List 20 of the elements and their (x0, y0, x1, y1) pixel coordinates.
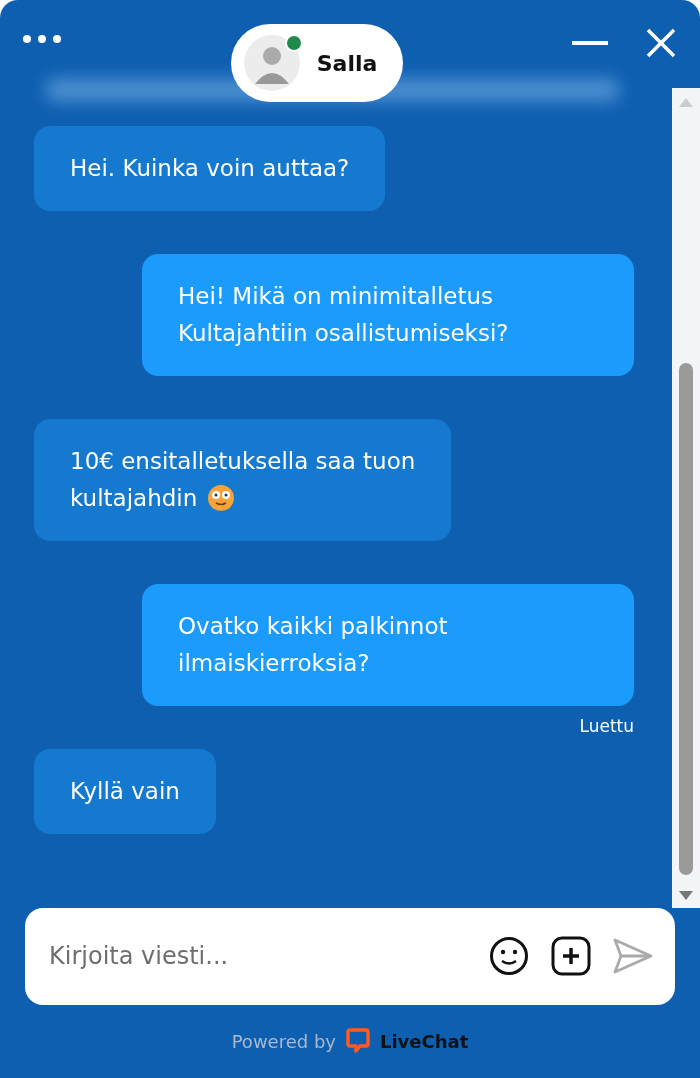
read-status: Luettu (579, 716, 634, 736)
minimize-icon[interactable] (572, 40, 608, 46)
close-icon[interactable] (646, 28, 676, 58)
emoji-icon[interactable] (489, 936, 529, 977)
brand-name[interactable]: LiveChat (380, 1030, 469, 1052)
more-options-icon[interactable] (22, 34, 62, 44)
scroll-down-icon[interactable] (678, 890, 694, 902)
chat-bubble-icon (346, 1028, 370, 1055)
visitor-message: Hei! Mikä on minimitalletus Kultajahtiin osallistumiseksi? (142, 254, 634, 376)
visitor-message: Ovatko kaikki palkinnot ilmaiskierroksia? (142, 584, 634, 706)
agent-message: Hei. Kuinka voin auttaa? (34, 126, 386, 211)
agent-message: Kyllä vain (34, 749, 216, 834)
scrollbar-thumb[interactable] (679, 363, 693, 875)
message-input[interactable]: Kirjoita viesti... (47, 941, 467, 972)
agent-message: 10€ ensitalletuksella saa tuon kultajahdin (34, 419, 452, 541)
scrollbar[interactable] (672, 88, 700, 908)
powered-by-text: Powered by (231, 1030, 336, 1052)
add-attachment-icon[interactable] (551, 936, 591, 977)
avatar-icon (242, 34, 301, 92)
agent-name: Salla (316, 50, 378, 76)
